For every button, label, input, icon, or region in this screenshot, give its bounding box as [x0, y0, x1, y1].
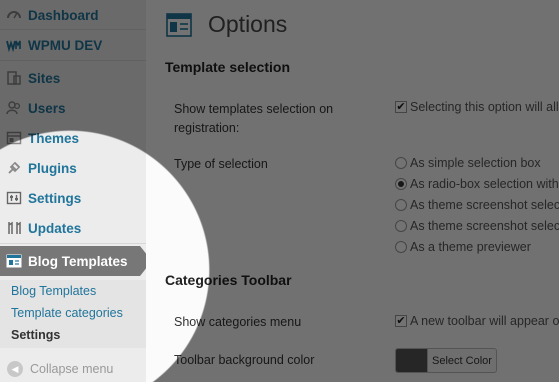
show-templates-label: Show templates selection on registration…	[174, 102, 334, 135]
admin-sidebar: Dashboard WPMU DEV Sites Users Themes Pl…	[0, 0, 152, 382]
select-color-button[interactable]: Select Color	[395, 348, 497, 373]
categories-toolbar-heading: Categories Toolbar	[165, 272, 292, 288]
radio-simple-selection[interactable]	[395, 157, 407, 169]
show-templates-checkbox[interactable]: ✔	[395, 101, 407, 113]
sidebar-item-users[interactable]: Users	[0, 93, 146, 123]
sidebar-item-dashboard[interactable]: Dashboard	[0, 0, 146, 30]
sidebar-item-label: Themes	[28, 130, 80, 146]
menu-divider	[0, 243, 146, 244]
template-selection-heading: Template selection	[165, 59, 291, 75]
radio-option-label: As radio-box selection with	[410, 177, 559, 191]
sidebar-item-themes[interactable]: Themes	[0, 123, 146, 153]
show-categories-menu-checkbox[interactable]: ✔	[395, 315, 407, 327]
sidebar-item-label: Plugins	[28, 160, 77, 176]
radio-option-label: As theme screenshot selec	[410, 198, 559, 212]
collapse-arrow-icon: ◀	[7, 361, 23, 377]
sidebar-item-updates[interactable]: Updates	[0, 213, 146, 243]
show-categories-menu-label: Show categories menu	[174, 315, 302, 329]
themes-icon	[6, 130, 22, 146]
select-color-label: Select Color	[427, 349, 496, 372]
type-of-selection-label: Type of selection	[174, 157, 268, 171]
sidebar-item-sites[interactable]: Sites	[0, 63, 146, 93]
options-page-icon	[166, 12, 192, 38]
collapse-menu-button[interactable]: ◀ Collapse menu	[0, 356, 146, 382]
dashboard-icon	[6, 7, 22, 23]
settings-icon	[6, 190, 22, 206]
sidebar-item-plugins[interactable]: Plugins	[0, 153, 146, 183]
toolbar-bg-color-label: Toolbar background color	[174, 353, 315, 367]
show-templates-description: Selecting this option will all	[410, 100, 559, 114]
sidebar-item-label: WPMU DEV	[28, 37, 103, 53]
submenu-item-blog-templates[interactable]: Blog Templates	[11, 284, 96, 298]
sidebar-item-label: Updates	[28, 220, 82, 236]
updates-icon	[6, 220, 22, 236]
sidebar-item-blog-templates[interactable]: Blog Templates	[0, 246, 152, 276]
plugins-icon	[6, 160, 22, 176]
radio-option-label: As theme screenshot selec	[410, 219, 559, 233]
radio-option-label: As a theme previewer	[410, 240, 531, 254]
radio-option-label: As simple selection box	[410, 156, 541, 170]
submenu-item-settings[interactable]: Settings	[11, 328, 60, 342]
menu-divider	[0, 60, 146, 61]
show-categories-menu-description: A new toolbar will appear o	[410, 314, 559, 328]
radio-radio-box-selection[interactable]	[395, 178, 407, 190]
radio-theme-screenshot-2[interactable]	[395, 220, 407, 232]
radio-theme-screenshot-1[interactable]	[395, 199, 407, 211]
submenu-item-template-categories[interactable]: Template categories	[11, 306, 123, 320]
color-swatch	[396, 349, 427, 372]
sidebar-item-label: Blog Templates	[28, 253, 128, 269]
sidebar-item-settings[interactable]: Settings	[0, 183, 146, 213]
collapse-menu-label: Collapse menu	[30, 362, 114, 376]
users-icon	[6, 100, 22, 116]
main-content: Options Template selection Show template…	[146, 0, 559, 382]
blog-templates-icon	[6, 253, 22, 269]
radio-theme-previewer[interactable]	[395, 241, 407, 253]
sidebar-item-wpmudev[interactable]: WPMU DEV	[0, 30, 146, 60]
sidebar-item-label: Settings	[28, 190, 82, 206]
wpmudev-icon	[6, 37, 22, 53]
page-title: Options	[208, 11, 288, 37]
sites-icon	[6, 70, 22, 86]
blog-templates-submenu: Blog Templates Template categories Setti…	[0, 280, 146, 348]
sidebar-item-label: Users	[28, 100, 66, 116]
sidebar-item-label: Sites	[28, 70, 61, 86]
sidebar-item-label: Dashboard	[28, 7, 99, 23]
